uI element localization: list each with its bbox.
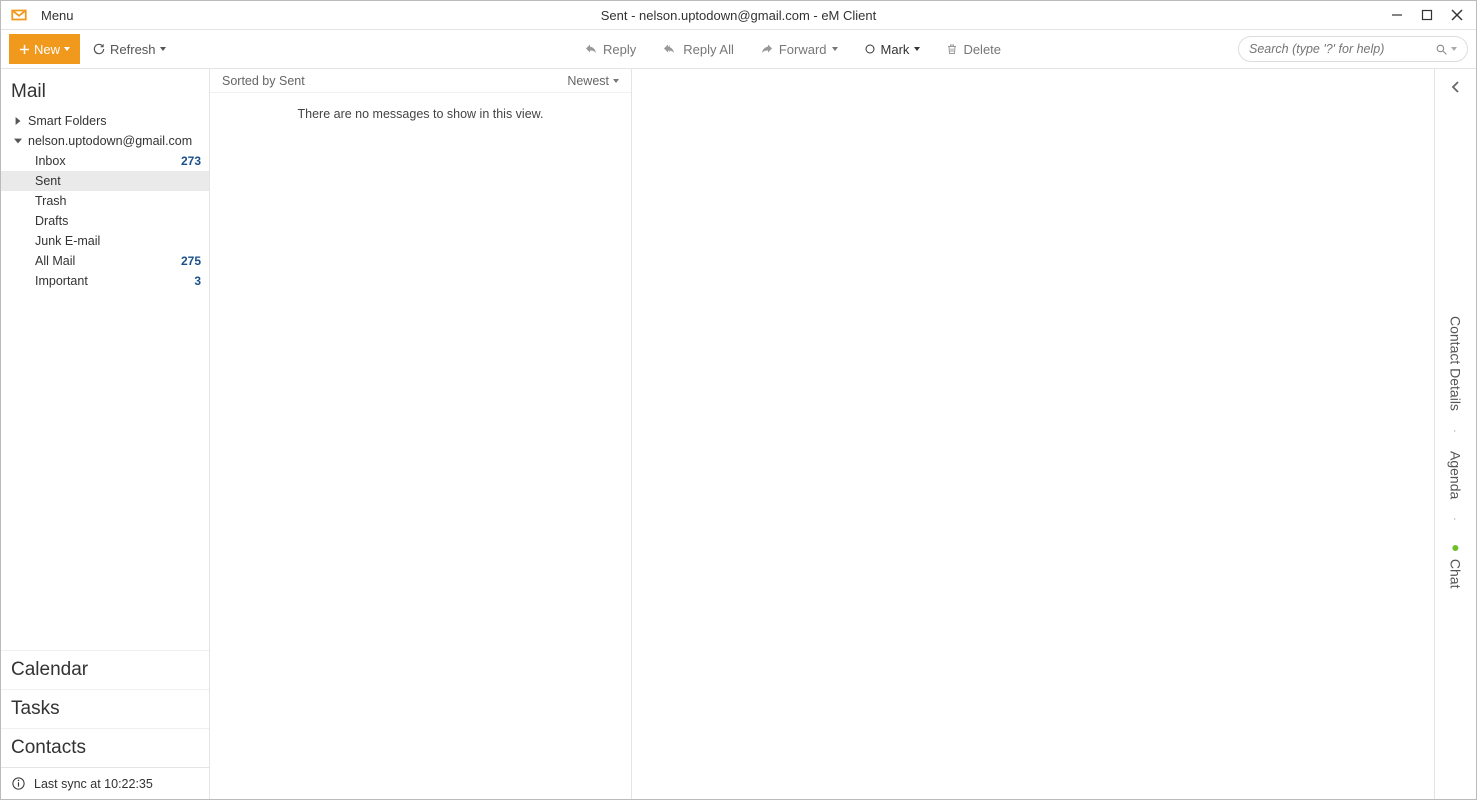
folder-count: 275 <box>181 254 201 268</box>
chevron-down-icon <box>64 47 70 51</box>
reading-pane <box>632 69 1434 799</box>
account-node[interactable]: nelson.uptodown@gmail.com <box>1 131 209 151</box>
sort-order[interactable]: Newest <box>567 74 619 88</box>
tab-contact-details[interactable]: Contact Details <box>1448 316 1464 411</box>
search-icon[interactable] <box>1435 43 1457 56</box>
folder-drafts[interactable]: Drafts <box>1 211 209 231</box>
chevron-down-icon <box>160 47 166 51</box>
folder-label: Junk E-mail <box>35 234 100 248</box>
menu-button[interactable]: Menu <box>35 8 80 23</box>
order-label: Newest <box>567 74 609 88</box>
account-label: nelson.uptodown@gmail.com <box>28 134 192 148</box>
caret-down-icon <box>13 136 23 146</box>
folder-all-mail[interactable]: All Mail 275 <box>1 251 209 271</box>
minimize-button[interactable] <box>1382 1 1412 29</box>
list-header: Sorted by Sent Newest <box>210 69 631 93</box>
smart-folders-label: Smart Folders <box>28 114 107 128</box>
mark-label: Mark <box>881 42 910 57</box>
search-input[interactable] <box>1249 42 1435 56</box>
chevron-down-icon <box>914 47 920 51</box>
status-bar: Last sync at 10:22:35 <box>1 767 209 799</box>
empty-message: There are no messages to show in this vi… <box>298 107 544 799</box>
sort-label[interactable]: Sorted by Sent <box>222 74 305 88</box>
chevron-down-icon <box>613 79 619 83</box>
folder-tree: Smart Folders nelson.uptodown@gmail.com … <box>1 111 209 650</box>
chat-label: Chat <box>1448 559 1464 589</box>
forward-label: Forward <box>779 42 827 57</box>
right-sidebar: Contact Details · Agenda · ● Chat <box>1434 69 1476 799</box>
section-tasks[interactable]: Tasks <box>1 689 209 728</box>
sidebar-bottom: Calendar Tasks Contacts <box>1 650 209 767</box>
window-title: Sent - nelson.uptodown@gmail.com - eM Cl… <box>601 8 877 23</box>
separator-dot: · <box>1449 429 1463 433</box>
chevron-down-icon <box>832 47 838 51</box>
new-button[interactable]: New <box>9 34 80 64</box>
search-box[interactable] <box>1238 36 1468 62</box>
folder-count: 273 <box>181 154 201 168</box>
folder-label: Inbox <box>35 154 66 168</box>
folder-label: Trash <box>35 194 67 208</box>
status-text: Last sync at 10:22:35 <box>34 777 153 791</box>
toolbar-actions: Reply Reply All Forward Mark Delete <box>284 42 1001 57</box>
smart-folders[interactable]: Smart Folders <box>1 111 209 131</box>
reply-label: Reply <box>603 42 636 57</box>
folder-label: Drafts <box>35 214 68 228</box>
section-calendar[interactable]: Calendar <box>1 650 209 689</box>
folder-label: All Mail <box>35 254 75 268</box>
section-mail[interactable]: Mail <box>1 69 209 111</box>
mark-button[interactable]: Mark <box>864 42 921 57</box>
sidebar: Mail Smart Folders nelson.uptodown@gmail… <box>1 69 210 799</box>
toolbar: New Refresh Reply Reply All Forward Mark… <box>1 30 1476 69</box>
reply-button[interactable]: Reply <box>584 42 636 57</box>
tab-agenda[interactable]: Agenda <box>1448 451 1464 499</box>
refresh-button[interactable]: Refresh <box>92 42 166 57</box>
main: Mail Smart Folders nelson.uptodown@gmail… <box>1 69 1476 799</box>
status-dot-icon: ● <box>1448 539 1464 555</box>
folder-count: 3 <box>194 274 201 288</box>
refresh-label: Refresh <box>110 42 156 57</box>
tab-chat[interactable]: ● Chat <box>1448 539 1464 588</box>
app-icon <box>9 5 29 25</box>
expand-rightbar[interactable] <box>1435 69 1476 105</box>
folder-inbox[interactable]: Inbox 273 <box>1 151 209 171</box>
info-icon <box>11 776 26 791</box>
separator-dot: · <box>1449 517 1463 521</box>
reply-all-label: Reply All <box>683 42 734 57</box>
new-button-label: New <box>34 42 60 57</box>
message-list: Sorted by Sent Newest There are no messa… <box>210 69 632 799</box>
caret-right-icon <box>13 116 23 126</box>
close-button[interactable] <box>1442 1 1472 29</box>
maximize-button[interactable] <box>1412 1 1442 29</box>
window-controls <box>1382 1 1476 29</box>
titlebar: Menu Sent - nelson.uptodown@gmail.com - … <box>1 1 1476 30</box>
delete-label: Delete <box>963 42 1001 57</box>
chevron-down-icon <box>1451 47 1457 51</box>
folder-junk-e-mail[interactable]: Junk E-mail <box>1 231 209 251</box>
list-body: There are no messages to show in this vi… <box>210 93 631 799</box>
section-contacts[interactable]: Contacts <box>1 728 209 767</box>
folder-important[interactable]: Important 3 <box>1 271 209 291</box>
folder-label: Sent <box>35 174 61 188</box>
folder-trash[interactable]: Trash <box>1 191 209 211</box>
reply-all-button[interactable]: Reply All <box>662 42 734 57</box>
delete-button[interactable]: Delete <box>946 42 1001 57</box>
forward-button[interactable]: Forward <box>760 42 838 57</box>
folder-label: Important <box>35 274 88 288</box>
folder-sent[interactable]: Sent <box>1 171 209 191</box>
